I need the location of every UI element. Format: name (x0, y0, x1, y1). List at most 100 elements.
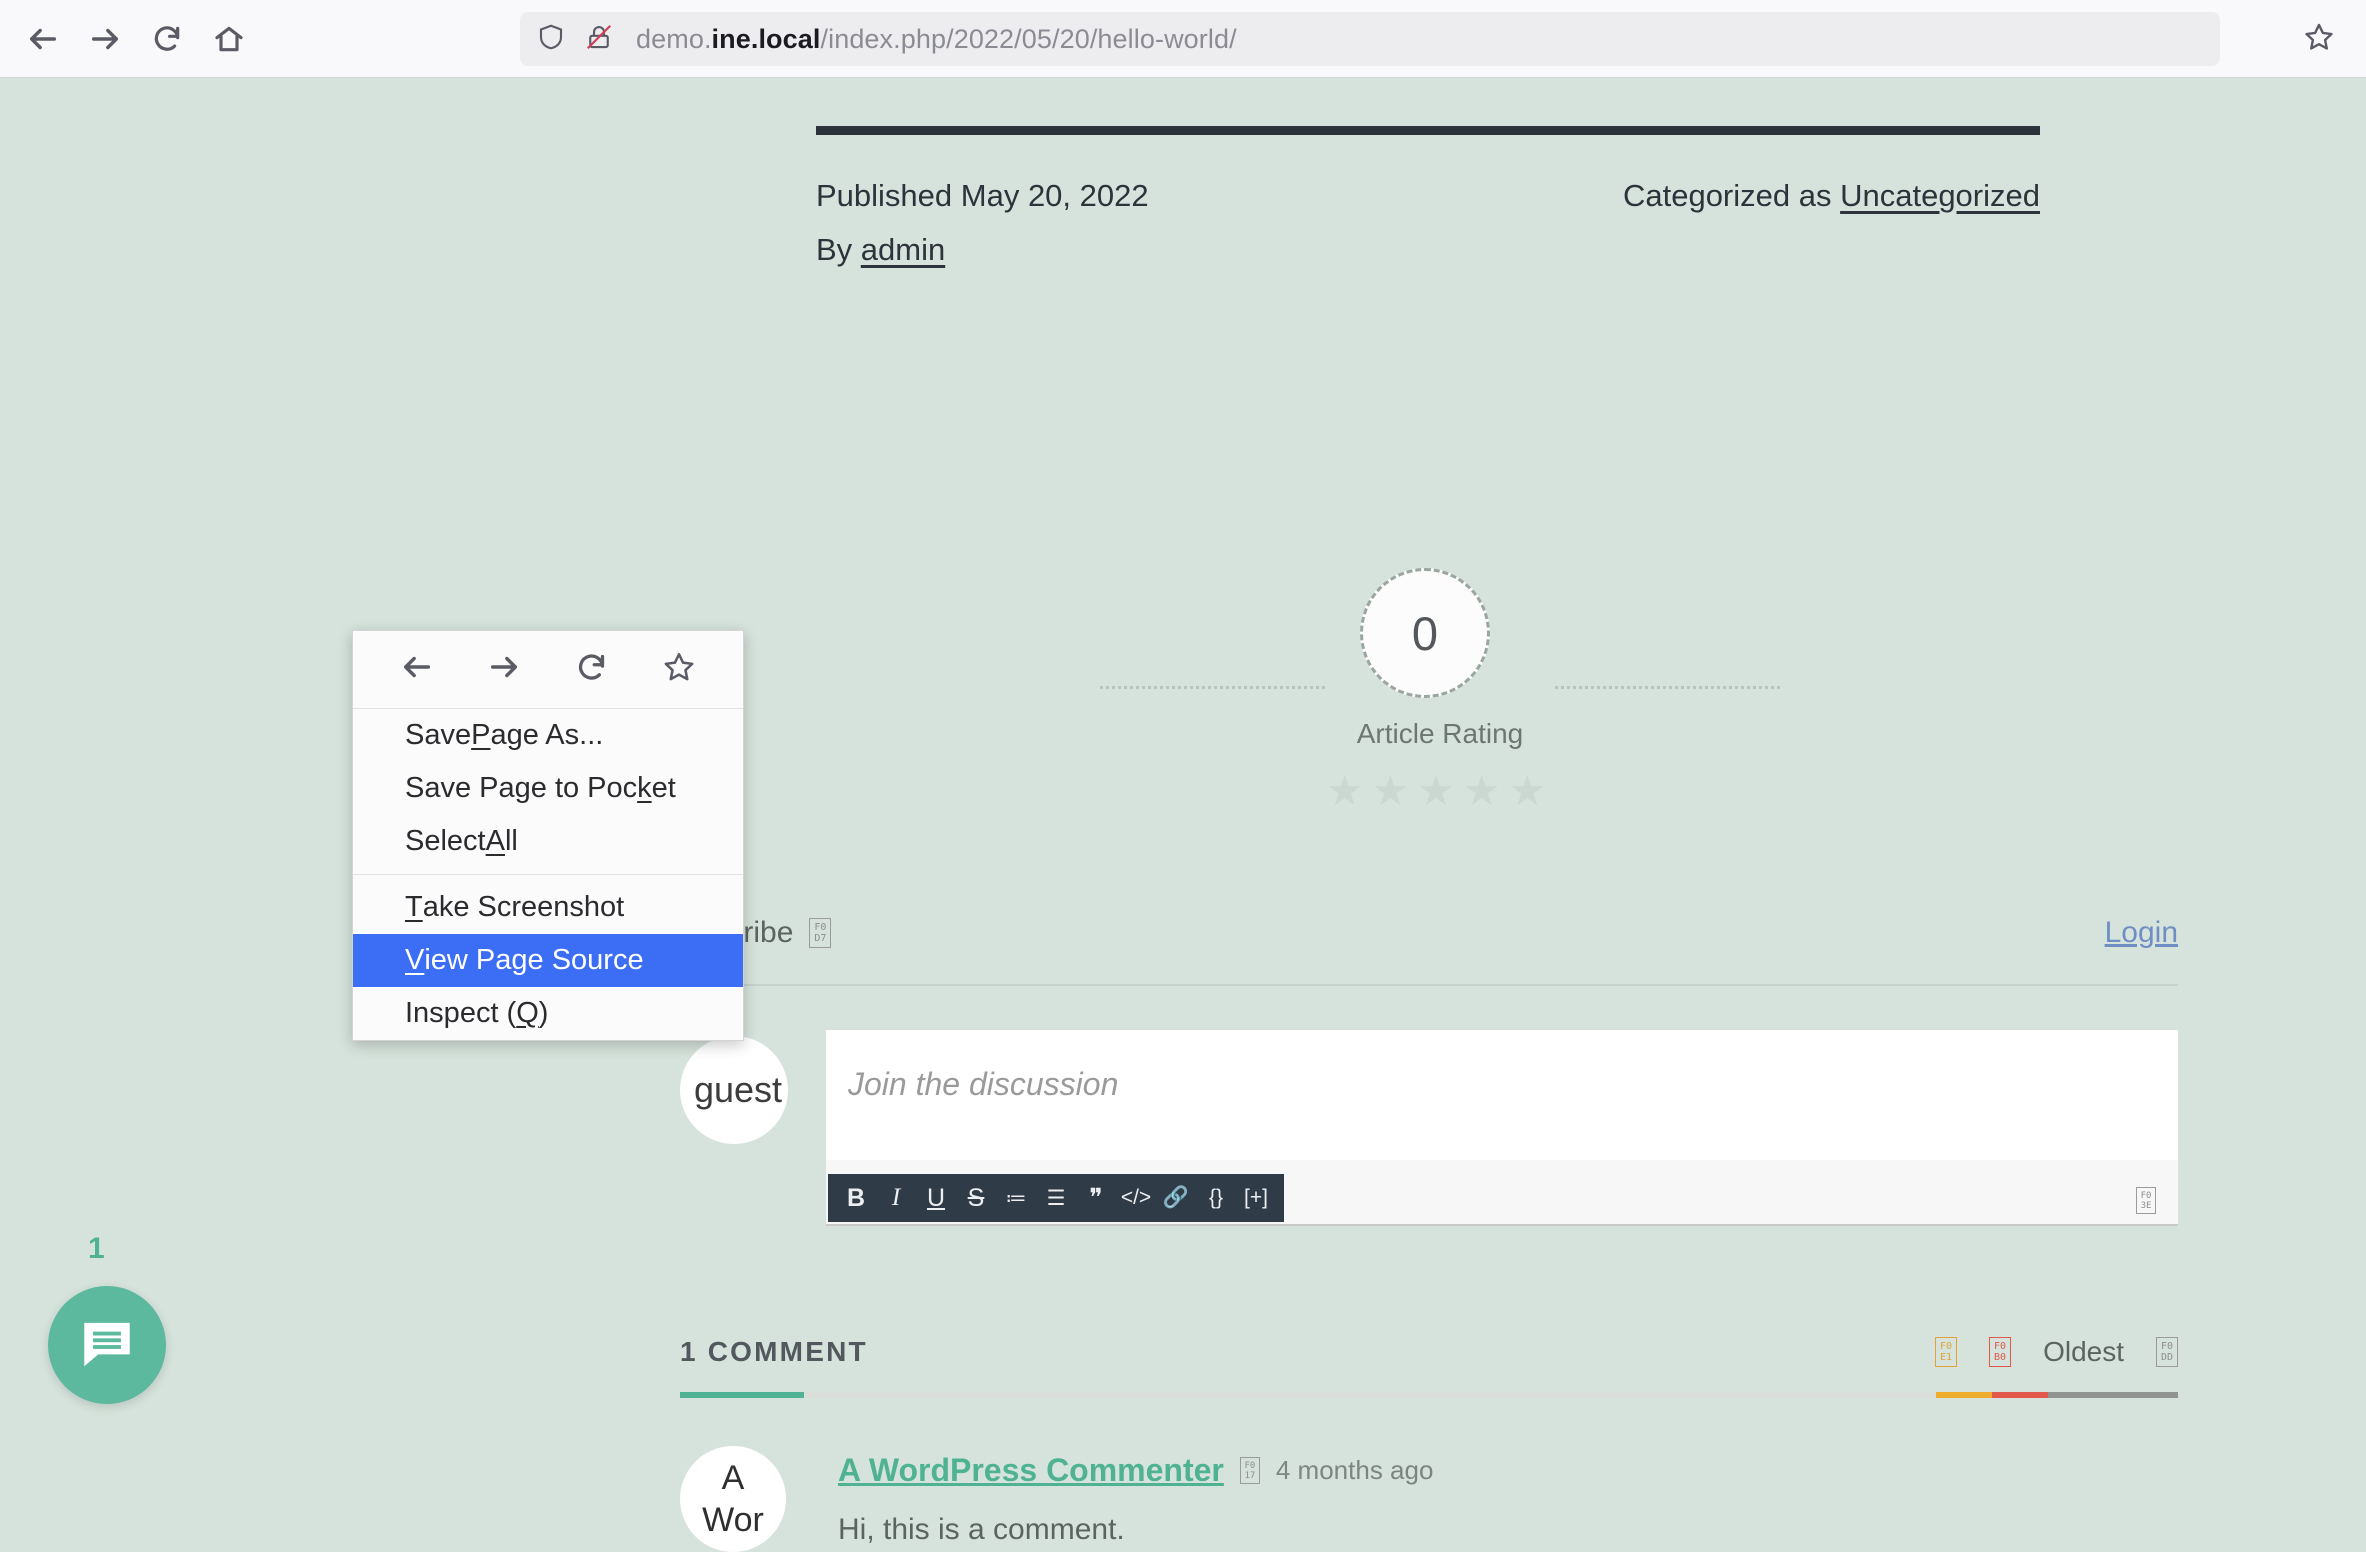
ordered-list-button[interactable]: ≔ (998, 1177, 1034, 1219)
shield-icon[interactable] (536, 22, 566, 57)
menu-back-icon (400, 650, 434, 689)
rating-stars[interactable]: ★★★★★ (1090, 770, 1790, 812)
sort-icon[interactable]: F0 B0 (1989, 1337, 2012, 1367)
lock-crossed-icon[interactable] (584, 22, 614, 57)
commenter-avatar: A Wor (680, 1446, 786, 1552)
category-link[interactable]: Uncategorized (1840, 178, 2040, 213)
guest-avatar: guest (680, 1036, 788, 1144)
subscribe-bar-divider (680, 984, 2178, 986)
chat-unread-badge: 1 (88, 1232, 105, 1265)
post-meta: Published May 20, 2022 Categorized as Un… (816, 178, 2040, 267)
menu-item-inspect[interactable]: Inspect (Q) (353, 987, 743, 1040)
home-icon (213, 23, 245, 55)
menu-reload-icon (575, 651, 608, 689)
expand-editor-icon[interactable]: F0 3E (2136, 1187, 2156, 1214)
reload-icon (151, 23, 183, 55)
comment-count: 1 COMMENT (680, 1336, 868, 1367)
back-arrow-icon (26, 22, 60, 56)
italic-button[interactable]: I (878, 1177, 914, 1219)
comment-editor: guest Join the discussion B I U S ≔ ☰ ❞ … (680, 1030, 2178, 1238)
bar-segment-red (1992, 1392, 2048, 1398)
guest-avatar-text: guest (693, 1069, 783, 1110)
categorized-prefix: Categorized as (1622, 178, 1841, 213)
blockquote-button[interactable]: ❞ (1078, 1177, 1114, 1219)
menu-forward-icon (487, 650, 521, 689)
menu-item-view-page-source[interactable]: View Page Source (353, 934, 743, 987)
menu-item-save-page-to-pocket[interactable]: Save Page to Poc k et (353, 762, 743, 815)
link-button[interactable]: 🔗 (1158, 1177, 1194, 1219)
back-button[interactable] (12, 8, 74, 70)
chat-bubble-button[interactable] (48, 1286, 166, 1404)
menu-bookmark-button[interactable] (651, 642, 707, 698)
subscribe-login-bar: ubscribe F0D7 Login (680, 898, 2178, 986)
share-icon[interactable]: F0 E1 (1935, 1337, 1958, 1367)
chat-bubble-icon (76, 1312, 138, 1379)
bold-button[interactable]: B (838, 1177, 874, 1219)
bar-segment-grey (804, 1392, 1936, 1398)
rating-label: Article Rating (1356, 718, 1524, 749)
bar-segment-dark (2048, 1392, 2178, 1398)
forward-button[interactable] (74, 8, 136, 70)
url-prefix: demo. (636, 23, 712, 54)
comments-progress-bar (680, 1392, 2178, 1398)
comment-header: A WordPress Commenter F0 17 4 months ago (838, 1452, 1433, 1489)
bar-segment-green (680, 1392, 804, 1398)
bookmark-button[interactable] (2294, 14, 2344, 64)
published-date: Published May 20, 2022 (816, 178, 1149, 213)
comment-body: A WordPress Commenter F0 17 4 months ago … (838, 1452, 1433, 1547)
unordered-list-button[interactable]: ☰ (1038, 1177, 1074, 1219)
url-host: ine.local (711, 23, 821, 54)
strikethrough-button[interactable]: S (958, 1177, 994, 1219)
browser-context-menu: Save Page As... Save Page to Poc k et Sele… (352, 630, 744, 1041)
by-prefix: By (816, 232, 861, 267)
sort-order-label[interactable]: Oldest (2043, 1336, 2124, 1368)
rating-circle: 0 (1360, 568, 1490, 698)
context-menu-icon-bar (353, 631, 743, 709)
url-text: demo.ine.local/index.php/2022/05/20/hell… (636, 24, 1237, 55)
url-path: /index.php/2022/05/20/hello-world/ (820, 23, 1237, 54)
author-link[interactable]: admin (861, 232, 945, 267)
add-media-button[interactable]: [+] (1238, 1177, 1274, 1219)
comment-controls: F0 E1 F0 B0 Oldest F0 DD (1935, 1336, 2178, 1368)
source-code-button[interactable]: {} (1198, 1177, 1234, 1219)
clock-icon: F0 17 (1239, 1457, 1260, 1484)
login-link[interactable]: Login (2105, 916, 2178, 950)
rating-dash-left (1100, 686, 1325, 689)
identity-icons (536, 22, 614, 57)
star-icon (2302, 20, 2336, 59)
reload-button[interactable] (136, 8, 198, 70)
avatar-line-1: A (721, 1459, 745, 1497)
menu-item-save-page-as[interactable]: Save Page As... (353, 709, 743, 762)
underline-button[interactable]: U (918, 1177, 954, 1219)
formatting-toolbar: B I U S ≔ ☰ ❞ </> 🔗 {} [+] (828, 1174, 1284, 1222)
commenter-name[interactable]: A WordPress Commenter (838, 1452, 1224, 1489)
avatar-line-2: Wor (702, 1501, 764, 1539)
page-content: Published May 20, 2022 Categorized as Un… (0, 78, 2366, 1552)
rating-value: 0 (1411, 606, 1439, 660)
menu-item-select-all[interactable]: Select All (353, 815, 743, 868)
address-bar[interactable]: demo.ine.local/index.php/2022/05/20/hell… (520, 12, 2220, 66)
comment-input-box[interactable]: Join the discussion B I U S ≔ ☰ ❞ </> 🔗 … (826, 1030, 2178, 1226)
rating-dash-right (1555, 686, 1780, 689)
menu-reload-button[interactable] (564, 642, 620, 698)
bar-segment-orange (1936, 1392, 1992, 1398)
comment-timestamp: 4 months ago (1275, 1455, 1434, 1485)
author-line: By admin (816, 232, 945, 268)
menu-back-button[interactable] (389, 642, 445, 698)
editor-footer: B I U S ≔ ☰ ❞ </> 🔗 {} [+] F0 3E (826, 1160, 2178, 1224)
code-button[interactable]: </> (1118, 1177, 1154, 1219)
forward-arrow-icon (88, 22, 122, 56)
menu-separator (353, 874, 743, 875)
menu-bookmark-icon (661, 649, 697, 690)
menu-forward-button[interactable] (476, 642, 532, 698)
comment-text: Hi, this is a comment. (838, 1513, 1125, 1546)
menu-item-take-screenshot[interactable]: Take Screenshot (353, 881, 743, 934)
home-button[interactable] (198, 8, 260, 70)
sort-caret-icon[interactable]: F0 DD (2156, 1337, 2178, 1367)
comments-header: 1 COMMENT F0 E1 F0 B0 Oldest F0 DD (680, 1328, 2178, 1398)
category-line: Categorized as Uncategorized (1623, 178, 2040, 214)
comment-placeholder: Join the discussion (848, 1066, 1119, 1102)
article-divider (816, 126, 2040, 135)
caret-down-icon: F0 D7 (809, 918, 832, 948)
browser-toolbar: demo.ine.local/index.php/2022/05/20/hell… (0, 0, 2366, 78)
